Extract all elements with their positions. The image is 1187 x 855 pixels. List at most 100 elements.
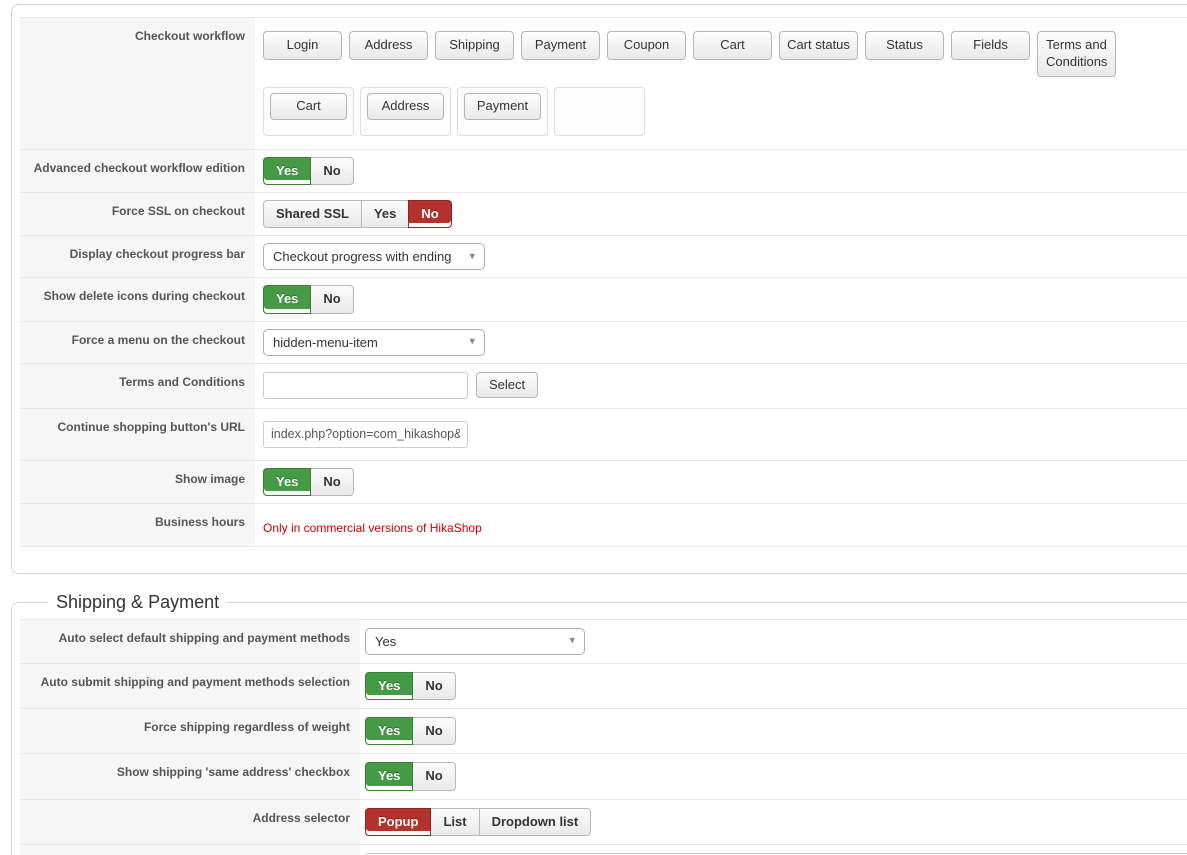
same-address-option-no[interactable]: No: [412, 762, 456, 791]
row-mini-address: Mini address format: [20, 844, 1187, 855]
row-content: Popup List Dropdown list: [360, 800, 1187, 844]
row-content: Login Address Shipping Payment Coupon Ca…: [255, 18, 1187, 149]
row-label: Advanced checkout workflow edition: [20, 149, 255, 193]
chevron-down-icon: ▾: [469, 250, 475, 263]
progress-bar-select-value: Checkout progress with ending: [273, 249, 452, 265]
force-shipping-toggle: Yes No: [365, 717, 456, 746]
advanced-edition-option-yes[interactable]: Yes: [263, 156, 312, 186]
row-label: Show image: [20, 460, 255, 503]
force-ssl-option-no[interactable]: No: [408, 200, 452, 229]
advanced-edition-toggle: Yes No: [263, 156, 354, 186]
row-force-menu: Force a menu on the checkout hidden-menu…: [20, 321, 1187, 364]
workflow-block-empty[interactable]: [554, 86, 645, 136]
row-checkout-workflow: Checkout workflow Login Address Shipping…: [20, 18, 1187, 150]
row-label: Display checkout progress bar: [20, 236, 255, 278]
workflow-block: Payment: [457, 86, 548, 136]
auto-select-select[interactable]: Yes ▾: [365, 627, 585, 655]
row-progress-bar: Display checkout progress bar Checkout p…: [20, 236, 1187, 279]
row-label: Show delete icons during checkout: [20, 278, 255, 321]
row-content: Yes No: [360, 709, 1187, 753]
row-auto-select: Auto select default shipping and payment…: [20, 619, 1187, 664]
row-address-selector: Address selector Popup List Dropdown lis…: [20, 799, 1187, 845]
workflow-step-terms-and-conditions[interactable]: Terms and Conditions: [1037, 31, 1116, 77]
auto-submit-toggle: Yes No: [365, 671, 456, 701]
workflow-block: Address: [360, 86, 451, 136]
workflow-step-shipping[interactable]: Shipping: [435, 31, 514, 60]
chevron-down-icon: ▾: [469, 335, 475, 348]
workflow-block-cart[interactable]: Cart: [270, 92, 347, 120]
row-label: Business hours: [20, 503, 255, 546]
workflow-step-cart[interactable]: Cart: [693, 31, 772, 60]
address-selector-option-popup[interactable]: Popup: [365, 807, 432, 836]
row-continue-url: Continue shopping button's URL: [20, 408, 1187, 461]
workflow-selected-steps: Cart Address Payment: [263, 86, 1187, 142]
force-ssl-option-shared-ssl[interactable]: Shared SSL: [263, 200, 362, 229]
row-terms: Terms and Conditions Select: [20, 363, 1187, 409]
row-label: Show shipping 'same address' checkbox: [20, 754, 360, 799]
row-content: Yes No: [255, 150, 1187, 192]
workflow-step-fields[interactable]: Fields: [951, 31, 1030, 60]
address-selector-option-list[interactable]: List: [430, 807, 480, 836]
row-label: Force shipping regardless of weight: [20, 709, 360, 754]
section-title: Shipping & Payment: [56, 591, 220, 612]
force-menu-select-value: hidden-menu-item: [273, 334, 378, 350]
row-content: Shared SSL Yes No: [255, 193, 1187, 235]
workflow-steps: Login Address Shipping Payment Coupon Ca…: [263, 25, 1187, 77]
row-label: Checkout workflow: [20, 18, 255, 149]
row-content: [360, 845, 1187, 855]
continue-url-input[interactable]: [263, 420, 468, 448]
row-label: Mini address format: [20, 844, 360, 855]
force-ssl-option-yes[interactable]: Yes: [360, 200, 410, 229]
delete-icons-toggle: Yes No: [263, 285, 354, 314]
row-business-hours: Business hours Only in commercial versio…: [20, 503, 1187, 547]
workflow-step-coupon[interactable]: Coupon: [607, 31, 686, 60]
delete-icons-option-no[interactable]: No: [310, 285, 354, 314]
delete-icons-option-yes[interactable]: Yes: [263, 285, 312, 314]
terms-input[interactable]: [263, 371, 468, 399]
same-address-toggle: Yes No: [365, 762, 456, 791]
force-ssl-toggle: Shared SSL Yes No: [263, 200, 452, 229]
workflow-block-payment[interactable]: Payment: [464, 92, 541, 120]
commercial-notice: Only in commercial versions of HikaShop: [263, 520, 482, 535]
workflow-step-login[interactable]: Login: [263, 31, 342, 60]
row-content: Yes No: [255, 278, 1187, 320]
row-delete-icons: Show delete icons during checkout Yes No: [20, 278, 1187, 322]
chevron-down-icon: ▾: [569, 634, 575, 647]
auto-submit-option-yes[interactable]: Yes: [365, 671, 414, 701]
workflow-step-cart-status[interactable]: Cart status: [779, 31, 858, 60]
row-label: Force SSL on checkout: [20, 193, 255, 236]
row-content: Yes No: [360, 754, 1187, 798]
show-image-option-no[interactable]: No: [310, 467, 354, 496]
force-menu-select[interactable]: hidden-menu-item ▾: [263, 328, 485, 356]
force-shipping-option-yes[interactable]: Yes: [365, 717, 414, 746]
workflow-step-address[interactable]: Address: [349, 31, 428, 60]
shipping-payment-section: Shipping & Payment Auto select default s…: [11, 591, 1187, 855]
row-label: Auto submit shipping and payment methods…: [20, 663, 360, 709]
row-content: Select: [255, 364, 1187, 408]
row-content: hidden-menu-item ▾: [255, 322, 1187, 363]
checkout-settings-table: Checkout workflow Login Address Shipping…: [20, 17, 1187, 547]
auto-submit-option-no[interactable]: No: [412, 671, 456, 701]
row-content: Yes No: [255, 461, 1187, 503]
address-selector-option-dropdown-list[interactable]: Dropdown list: [478, 807, 592, 836]
show-image-option-yes[interactable]: Yes: [263, 467, 312, 496]
force-shipping-option-no[interactable]: No: [412, 717, 456, 746]
progress-bar-select[interactable]: Checkout progress with ending ▾: [263, 243, 485, 271]
row-advanced-edition: Advanced checkout workflow edition Yes N…: [20, 149, 1187, 194]
workflow-step-status[interactable]: Status: [865, 31, 944, 60]
same-address-option-yes[interactable]: Yes: [365, 762, 414, 791]
row-content: Yes ▾: [360, 620, 1187, 663]
row-force-shipping: Force shipping regardless of weight Yes …: [20, 709, 1187, 755]
row-same-address: Show shipping 'same address' checkbox Ye…: [20, 754, 1187, 800]
show-image-toggle: Yes No: [263, 467, 354, 496]
row-label: Auto select default shipping and payment…: [20, 619, 360, 663]
workflow-block: Cart: [263, 86, 354, 136]
row-label: Force a menu on the checkout: [20, 321, 255, 363]
terms-select-button[interactable]: Select: [476, 371, 539, 399]
row-content: Yes No: [360, 664, 1187, 708]
shipping-settings-table: Auto select default shipping and payment…: [20, 618, 1187, 855]
row-force-ssl: Force SSL on checkout Shared SSL Yes No: [20, 193, 1187, 237]
advanced-edition-option-no[interactable]: No: [310, 156, 354, 186]
workflow-step-payment[interactable]: Payment: [521, 31, 600, 60]
workflow-block-address[interactable]: Address: [367, 92, 444, 120]
